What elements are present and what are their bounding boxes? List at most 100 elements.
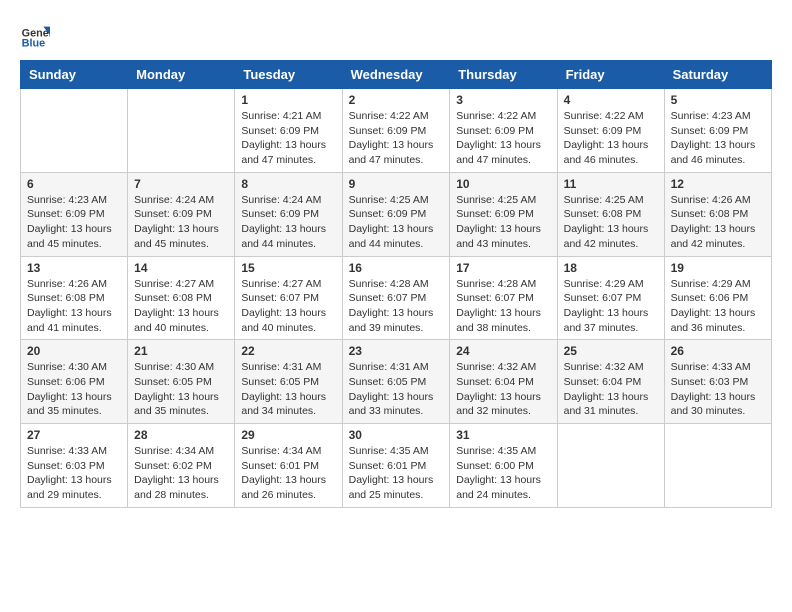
day-number: 16 [349,261,444,275]
day-number: 29 [241,428,335,442]
calendar-cell: 25 Sunrise: 4:32 AM Sunset: 6:04 PM Dayli… [557,340,664,424]
day-info: Sunrise: 4:27 AM Sunset: 6:07 PM Dayligh… [241,277,335,336]
calendar-cell: 22 Sunrise: 4:31 AM Sunset: 6:05 PM Dayli… [235,340,342,424]
day-info: Sunrise: 4:22 AM Sunset: 6:09 PM Dayligh… [564,109,658,168]
day-info: Sunrise: 4:29 AM Sunset: 6:06 PM Dayligh… [671,277,765,336]
week-row-5: 27 Sunrise: 4:33 AM Sunset: 6:03 PM Dayli… [21,424,772,508]
calendar-cell: 1 Sunrise: 4:21 AM Sunset: 6:09 PM Daylig… [235,89,342,173]
calendar-cell: 10Sunrise: 4:25 AM Sunset: 6:09 PM Dayli… [450,172,557,256]
day-number: 3 [456,93,550,107]
calendar-cell: 28 Sunrise: 4:34 AM Sunset: 6:02 PM Dayli… [128,424,235,508]
day-info: Sunrise: 4:35 AM Sunset: 6:00 PM Dayligh… [456,444,550,503]
calendar-cell: 5 Sunrise: 4:23 AM Sunset: 6:09 PM Daylig… [664,89,771,173]
calendar-cell: 20 Sunrise: 4:30 AM Sunset: 6:06 PM Dayli… [21,340,128,424]
calendar-cell [21,89,128,173]
calendar-cell: 16 Sunrise: 4:28 AM Sunset: 6:07 PM Dayli… [342,256,450,340]
day-info: Sunrise: 4:29 AM Sunset: 6:07 PM Dayligh… [564,277,658,336]
day-header-monday: Monday [128,61,235,89]
calendar-cell: 31 Sunrise: 4:35 AM Sunset: 6:00 PM Dayli… [450,424,557,508]
day-info: Sunrise: 4:25 AM Sunset: 6:08 PM Dayligh… [564,193,658,252]
day-number: 31 [456,428,550,442]
day-number: 9 [349,177,444,191]
day-info: Sunrise: 4:25 AM Sunset: 6:09 PM Dayligh… [456,193,550,252]
week-row-3: 13 Sunrise: 4:26 AM Sunset: 6:08 PM Dayli… [21,256,772,340]
logo-icon: General Blue [20,20,50,50]
day-info: Sunrise: 4:28 AM Sunset: 6:07 PM Dayligh… [456,277,550,336]
day-number: 13 [27,261,121,275]
calendar-cell: 17 Sunrise: 4:28 AM Sunset: 6:07 PM Dayli… [450,256,557,340]
day-info: Sunrise: 4:32 AM Sunset: 6:04 PM Dayligh… [564,360,658,419]
day-number: 27 [27,428,121,442]
day-info: Sunrise: 4:30 AM Sunset: 6:06 PM Dayligh… [27,360,121,419]
calendar-cell: 7 Sunrise: 4:24 AM Sunset: 6:09 PM Daylig… [128,172,235,256]
page-header: General Blue [20,20,772,50]
day-number: 23 [349,344,444,358]
day-info: Sunrise: 4:32 AM Sunset: 6:04 PM Dayligh… [456,360,550,419]
calendar-table: SundayMondayTuesdayWednesdayThursdayFrid… [20,60,772,508]
svg-text:Blue: Blue [22,38,45,50]
day-number: 20 [27,344,121,358]
day-number: 5 [671,93,765,107]
day-number: 26 [671,344,765,358]
day-info: Sunrise: 4:34 AM Sunset: 6:02 PM Dayligh… [134,444,228,503]
calendar-cell: 30Sunrise: 4:35 AM Sunset: 6:01 PM Dayli… [342,424,450,508]
day-number: 28 [134,428,228,442]
day-header-friday: Friday [557,61,664,89]
calendar-body: 1 Sunrise: 4:21 AM Sunset: 6:09 PM Daylig… [21,89,772,508]
day-info: Sunrise: 4:26 AM Sunset: 6:08 PM Dayligh… [27,277,121,336]
day-info: Sunrise: 4:31 AM Sunset: 6:05 PM Dayligh… [241,360,335,419]
day-info: Sunrise: 4:24 AM Sunset: 6:09 PM Dayligh… [134,193,228,252]
day-info: Sunrise: 4:34 AM Sunset: 6:01 PM Dayligh… [241,444,335,503]
day-info: Sunrise: 4:33 AM Sunset: 6:03 PM Dayligh… [27,444,121,503]
calendar-cell: 14Sunrise: 4:27 AM Sunset: 6:08 PM Dayli… [128,256,235,340]
calendar-cell: 4 Sunrise: 4:22 AM Sunset: 6:09 PM Daylig… [557,89,664,173]
calendar-cell: 12 Sunrise: 4:26 AM Sunset: 6:08 PM Dayli… [664,172,771,256]
calendar-cell: 9Sunrise: 4:25 AM Sunset: 6:09 PM Daylig… [342,172,450,256]
day-number: 8 [241,177,335,191]
day-number: 21 [134,344,228,358]
day-info: Sunrise: 4:23 AM Sunset: 6:09 PM Dayligh… [27,193,121,252]
day-number: 17 [456,261,550,275]
day-number: 22 [241,344,335,358]
calendar-cell: 29 Sunrise: 4:34 AM Sunset: 6:01 PM Dayli… [235,424,342,508]
day-number: 30 [349,428,444,442]
day-header-thursday: Thursday [450,61,557,89]
day-number: 24 [456,344,550,358]
calendar-cell: 19 Sunrise: 4:29 AM Sunset: 6:06 PM Dayli… [664,256,771,340]
day-header-sunday: Sunday [21,61,128,89]
calendar-cell: 8Sunrise: 4:24 AM Sunset: 6:09 PM Daylig… [235,172,342,256]
calendar-cell: 18Sunrise: 4:29 AM Sunset: 6:07 PM Dayli… [557,256,664,340]
day-info: Sunrise: 4:30 AM Sunset: 6:05 PM Dayligh… [134,360,228,419]
day-info: Sunrise: 4:31 AM Sunset: 6:05 PM Dayligh… [349,360,444,419]
day-header-tuesday: Tuesday [235,61,342,89]
day-info: Sunrise: 4:22 AM Sunset: 6:09 PM Dayligh… [456,109,550,168]
day-number: 11 [564,177,658,191]
calendar-cell: 24 Sunrise: 4:32 AM Sunset: 6:04 PM Dayli… [450,340,557,424]
day-info: Sunrise: 4:26 AM Sunset: 6:08 PM Dayligh… [671,193,765,252]
day-number: 4 [564,93,658,107]
calendar-cell [128,89,235,173]
day-number: 7 [134,177,228,191]
day-number: 19 [671,261,765,275]
day-number: 2 [349,93,444,107]
calendar-cell: 23 Sunrise: 4:31 AM Sunset: 6:05 PM Dayli… [342,340,450,424]
day-number: 12 [671,177,765,191]
calendar-cell [664,424,771,508]
calendar-cell: 21 Sunrise: 4:30 AM Sunset: 6:05 PM Dayli… [128,340,235,424]
day-number: 25 [564,344,658,358]
week-row-4: 20 Sunrise: 4:30 AM Sunset: 6:06 PM Dayli… [21,340,772,424]
calendar-header: SundayMondayTuesdayWednesdayThursdayFrid… [21,61,772,89]
day-header-saturday: Saturday [664,61,771,89]
calendar-cell [557,424,664,508]
day-info: Sunrise: 4:21 AM Sunset: 6:09 PM Dayligh… [241,109,335,168]
calendar-cell: 2 Sunrise: 4:22 AM Sunset: 6:09 PM Daylig… [342,89,450,173]
calendar-cell: 13 Sunrise: 4:26 AM Sunset: 6:08 PM Dayli… [21,256,128,340]
day-info: Sunrise: 4:23 AM Sunset: 6:09 PM Dayligh… [671,109,765,168]
day-number: 1 [241,93,335,107]
day-info: Sunrise: 4:28 AM Sunset: 6:07 PM Dayligh… [349,277,444,336]
week-row-2: 6Sunrise: 4:23 AM Sunset: 6:09 PM Daylig… [21,172,772,256]
day-info: Sunrise: 4:22 AM Sunset: 6:09 PM Dayligh… [349,109,444,168]
calendar-cell: 26Sunrise: 4:33 AM Sunset: 6:03 PM Dayli… [664,340,771,424]
header-row: SundayMondayTuesdayWednesdayThursdayFrid… [21,61,772,89]
calendar-cell: 11 Sunrise: 4:25 AM Sunset: 6:08 PM Dayli… [557,172,664,256]
